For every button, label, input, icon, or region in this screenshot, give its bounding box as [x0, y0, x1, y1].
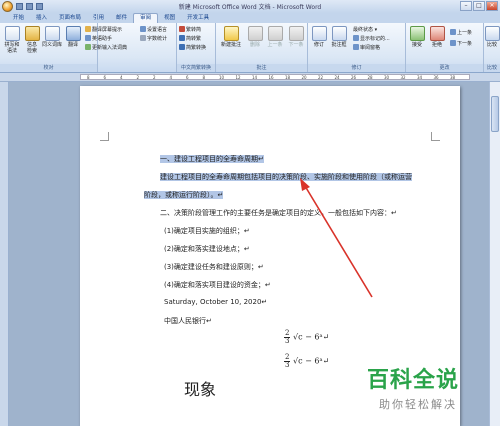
annotation-arrow-shaft: [304, 185, 373, 298]
watermark: 百科全说 助你轻松解决: [367, 362, 492, 412]
watermark-logo: 百科全说: [367, 368, 460, 393]
annotation-arrow-head: [300, 178, 310, 191]
watermark-subtitle: 助你轻松解决: [379, 398, 457, 411]
